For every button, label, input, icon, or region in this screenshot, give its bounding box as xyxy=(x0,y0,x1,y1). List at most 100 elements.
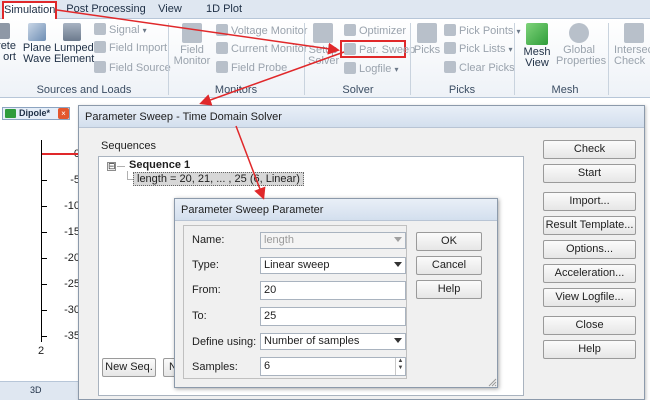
tab-1d-plot[interactable]: 1D Plot xyxy=(198,1,250,19)
group-label-sources: Sources and Loads xyxy=(36,84,132,96)
logfile-icon xyxy=(344,62,356,74)
tab-post-processing[interactable]: Post Processing xyxy=(66,1,146,19)
y-tick-mark xyxy=(42,206,47,207)
pick-lists-icon xyxy=(444,42,456,54)
discrete-port-button[interactable]: rete ort xyxy=(0,23,16,63)
pick-lists-button[interactable]: Pick Lists ▾ xyxy=(444,42,513,56)
view-tab-3d[interactable]: 3D xyxy=(0,381,78,400)
plane-wave-button[interactable]: Plane Wave xyxy=(22,23,52,65)
sequence-parameter-item[interactable]: length = 20, 21, ... , 25 (6, Linear) xyxy=(133,172,304,186)
setup-solver-button[interactable]: Setup Solver xyxy=(308,23,340,67)
start-button[interactable]: Start xyxy=(543,164,636,183)
field-probe-icon xyxy=(216,61,228,73)
samples-value: 6 xyxy=(264,360,271,372)
new-sequence-button[interactable]: New Seq. xyxy=(102,358,156,377)
spin-down-icon[interactable]: ▼ xyxy=(396,365,405,372)
field-monitor-icon xyxy=(182,23,202,43)
dialog-title: Parameter Sweep - Time Domain Solver xyxy=(79,106,644,128)
field-probe-button[interactable]: Field Probe xyxy=(216,61,287,75)
mesh-view-button[interactable]: Mesh View xyxy=(520,23,554,69)
spin-buttons[interactable]: ▲ ▼ xyxy=(395,358,405,375)
import-button[interactable]: Import... xyxy=(543,192,636,211)
plane-wave-label: Plane Wave xyxy=(22,42,52,65)
logfile-button[interactable]: Logfile ▾ xyxy=(344,62,399,76)
cancel-button[interactable]: Cancel xyxy=(416,256,482,275)
sequence-item[interactable]: Sequence 1 xyxy=(129,159,190,171)
tab-simulation[interactable]: Simulation xyxy=(2,1,57,19)
setup-solver-label: Setup Solver xyxy=(308,44,340,67)
y-tick-mark xyxy=(42,284,47,285)
name-label: Name: xyxy=(192,234,225,246)
pick-lists-dropdown-icon: ▾ xyxy=(508,45,513,54)
current-monitor-button[interactable]: Current Monitor xyxy=(216,42,307,56)
type-value: Linear sweep xyxy=(264,259,330,271)
close-icon[interactable]: × xyxy=(58,108,69,119)
samples-spinner[interactable]: 6 ▲ ▼ xyxy=(260,357,406,376)
setup-solver-icon xyxy=(313,23,333,43)
picks-label: Picks xyxy=(413,44,441,56)
define-using-select[interactable]: Number of samples xyxy=(260,333,406,350)
view-logfile-button[interactable]: View Logfile... xyxy=(543,288,636,307)
field-import-button[interactable]: Field Import xyxy=(94,41,167,55)
to-input[interactable]: 25 xyxy=(260,307,406,326)
y-tick-mark xyxy=(42,180,47,181)
check-button[interactable]: Check xyxy=(543,140,636,159)
help-button[interactable]: Help xyxy=(543,340,636,359)
tab-view[interactable]: View xyxy=(151,1,189,19)
intersect-check-icon xyxy=(624,23,644,43)
dialog-title: Parameter Sweep Parameter xyxy=(175,199,497,221)
global-properties-label: Global Properties xyxy=(556,44,607,67)
group-separator xyxy=(514,23,515,95)
resize-grip-icon[interactable] xyxy=(487,377,497,387)
group-label-mesh: Mesh xyxy=(551,84,579,96)
signal-button[interactable]: Signal ▾ xyxy=(94,23,147,37)
global-properties-button[interactable]: Global Properties xyxy=(556,23,607,67)
group-separator xyxy=(608,23,609,95)
lumped-element-label: Lumped Element xyxy=(54,42,95,65)
y-tick-mark xyxy=(42,310,47,311)
plot-area: 0 -5 -10 -15 -20 -25 -30 -35 xyxy=(0,121,80,381)
spin-up-icon[interactable]: ▲ xyxy=(396,358,405,365)
plane-wave-icon xyxy=(28,23,46,41)
voltage-monitor-button[interactable]: Voltage Monitor xyxy=(216,24,307,38)
name-select[interactable]: length xyxy=(260,232,406,249)
field-import-icon xyxy=(94,41,106,53)
mesh-view-label: Mesh View xyxy=(523,46,551,69)
acceleration-button[interactable]: Acceleration... xyxy=(543,264,636,283)
intersect-check-label: Intersec Check xyxy=(614,44,650,67)
document-icon xyxy=(5,109,16,118)
logfile-dropdown-icon: ▾ xyxy=(394,65,399,74)
group-separator xyxy=(410,23,411,95)
result-template-button[interactable]: Result Template... xyxy=(543,216,636,235)
voltage-monitor-icon xyxy=(216,24,228,36)
group-label-picks: Picks xyxy=(448,84,476,96)
type-select[interactable]: Linear sweep xyxy=(260,257,406,274)
name-value: length xyxy=(264,234,294,246)
par-sweep-button[interactable]: Par. Sweep xyxy=(340,40,415,58)
field-monitor-label: Field Monitor xyxy=(173,44,211,67)
define-using-label: Define using: xyxy=(192,336,257,348)
intersect-check-button[interactable]: Intersec Check xyxy=(614,23,650,67)
type-label: Type: xyxy=(192,259,219,271)
clear-picks-button[interactable]: Clear Picks xyxy=(444,61,515,75)
close-button[interactable]: Close xyxy=(543,316,636,335)
parameter-fields-group: Name: length Type: Linear sweep From: 20… xyxy=(183,225,407,379)
tree-collapse-icon[interactable]: ⊟ xyxy=(107,162,116,171)
help-button[interactable]: Help xyxy=(416,280,482,299)
picks-button[interactable]: Picks xyxy=(413,23,441,56)
sequences-label: Sequences xyxy=(101,140,157,152)
from-input[interactable]: 20 xyxy=(260,281,406,300)
y-tick-mark xyxy=(42,258,47,259)
ok-button[interactable]: OK xyxy=(416,232,482,251)
pick-points-button[interactable]: Pick Points ▾ xyxy=(444,24,521,38)
discrete-port-icon xyxy=(0,23,10,39)
signal-icon xyxy=(94,23,106,35)
clear-picks-icon xyxy=(444,61,456,73)
lumped-element-button[interactable]: Lumped Element xyxy=(54,23,95,65)
mesh-view-icon xyxy=(526,23,548,45)
field-source-button[interactable]: Field Source xyxy=(94,61,171,75)
field-monitor-button[interactable]: Field Monitor xyxy=(172,23,212,67)
optimizer-button[interactable]: Optimizer xyxy=(344,24,406,38)
options-button[interactable]: Options... xyxy=(543,240,636,259)
signal-dropdown-icon: ▾ xyxy=(142,26,147,35)
